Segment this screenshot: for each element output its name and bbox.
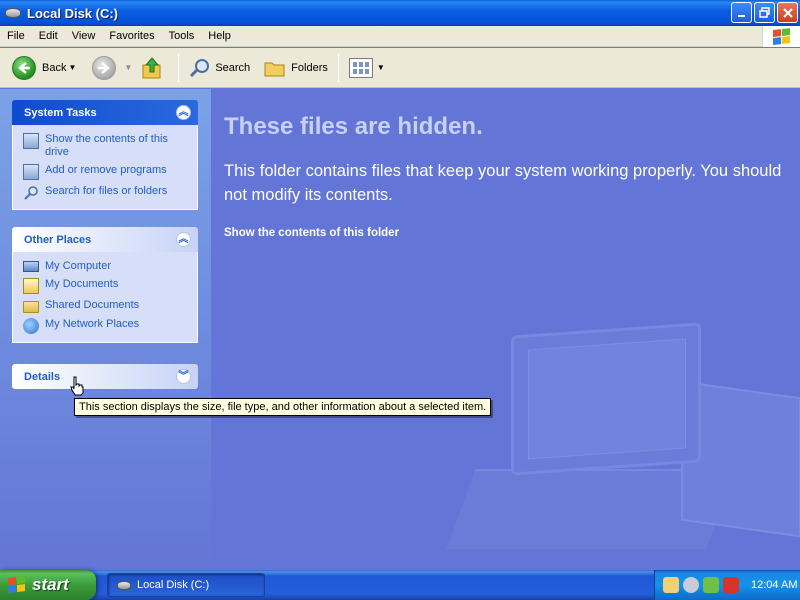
other-places-title: Other Places: [24, 233, 92, 246]
collapse-icon[interactable]: ︽: [176, 232, 191, 247]
computer-icon: [23, 261, 39, 272]
forward-dropdown-icon[interactable]: ▼: [124, 63, 132, 72]
details-header[interactable]: Details ︾: [12, 364, 198, 389]
expand-icon[interactable]: ︾: [176, 369, 191, 384]
windows-flag-icon: [772, 27, 791, 46]
menu-bar: File Edit View Favorites Tools Help: [0, 26, 800, 47]
views-icon: [348, 57, 373, 78]
collapse-icon[interactable]: ︽: [176, 105, 191, 120]
views-button[interactable]: ▼: [345, 52, 389, 84]
minimize-button[interactable]: [731, 2, 752, 23]
programs-icon: [23, 164, 39, 180]
content-pane: These files are hidden. This folder cont…: [211, 89, 800, 570]
taskbar-item-local-disk[interactable]: Local Disk (C:): [107, 573, 265, 597]
drive-icon: [5, 8, 21, 18]
other-places-body: My Computer My Documents Shared Document…: [12, 252, 198, 343]
network-icon: [23, 318, 39, 334]
up-folder-icon: [140, 56, 164, 80]
menu-favorites[interactable]: Favorites: [102, 30, 161, 42]
hand-cursor-icon: [70, 376, 84, 396]
place-label: My Computer: [45, 260, 112, 272]
search-label: Search: [215, 61, 251, 74]
maximize-button[interactable]: [754, 2, 775, 23]
close-icon: [782, 7, 793, 18]
taskbar: start Local Disk (C:) 12:04 AM: [0, 570, 800, 600]
details-panel: Details ︾: [12, 364, 198, 389]
task-show-contents[interactable]: Show the contents of this drive: [23, 133, 189, 159]
show-contents-icon: [23, 133, 39, 149]
window-title: Local Disk (C:): [27, 5, 119, 21]
drive-icon: [117, 580, 131, 590]
menu-file[interactable]: File: [0, 30, 32, 42]
hidden-files-message: This folder contains files that keep you…: [224, 162, 782, 204]
folders-label: Folders: [291, 61, 328, 74]
task-label: Search for files or folders: [45, 185, 168, 197]
task-label: Add or remove programs: [45, 164, 167, 176]
forward-button[interactable]: ▼: [88, 52, 136, 84]
clock[interactable]: 12:04 AM: [751, 579, 797, 591]
start-button[interactable]: start: [0, 570, 96, 600]
views-dropdown-icon: ▼: [376, 63, 385, 72]
system-tasks-title: System Tasks: [24, 106, 97, 119]
documents-icon: [23, 278, 39, 294]
task-label: Show the contents of this drive: [45, 133, 168, 158]
details-title: Details: [24, 370, 61, 383]
place-my-computer[interactable]: My Computer: [23, 260, 189, 273]
hidden-files-title: These files are hidden.: [224, 113, 483, 140]
title-bar[interactable]: Local Disk (C:): [0, 0, 800, 26]
toolbar: Back ▼ ▼ Search Folders ▼: [0, 48, 800, 88]
place-label: My Documents: [45, 278, 119, 290]
task-add-remove-programs[interactable]: Add or remove programs: [23, 164, 189, 180]
forward-arrow-icon: [92, 55, 117, 80]
start-label: start: [32, 575, 69, 594]
menu-help[interactable]: Help: [201, 30, 238, 42]
system-tasks-body: Show the contents of this drive Add or r…: [12, 125, 198, 210]
menu-edit[interactable]: Edit: [32, 30, 65, 42]
window-controls: [731, 2, 798, 23]
system-tasks-panel: System Tasks ︽ Show the contents of this…: [12, 100, 198, 210]
windows-flag-icon: [8, 576, 26, 594]
folders-icon: [264, 59, 286, 77]
search-icon: [23, 185, 39, 201]
restore-icon: [758, 6, 770, 18]
tray-icon-network[interactable]: [703, 577, 719, 593]
toolbar-separator: [178, 53, 180, 82]
close-button[interactable]: [777, 2, 798, 23]
menu-view[interactable]: View: [65, 30, 103, 42]
place-my-documents[interactable]: My Documents: [23, 278, 189, 294]
computer-watermark-screen: [528, 338, 686, 460]
back-button[interactable]: Back ▼: [8, 52, 80, 84]
system-tray: 12:04 AM: [654, 570, 800, 600]
task-search-files[interactable]: Search for files or folders: [23, 185, 189, 201]
taskbar-item-label: Local Disk (C:): [137, 579, 210, 591]
toolbar-separator: [337, 53, 339, 82]
back-dropdown-icon[interactable]: ▼: [68, 63, 76, 72]
computer-watermark-monitor: [511, 322, 701, 476]
tray-icon-messenger[interactable]: [663, 577, 679, 593]
minimize-icon: [737, 14, 745, 17]
search-button[interactable]: Search: [185, 52, 254, 84]
place-label: My Network Places: [45, 318, 140, 330]
folder-icon: [23, 301, 39, 313]
folders-button[interactable]: Folders: [260, 52, 332, 84]
place-label: Shared Documents: [45, 299, 140, 311]
up-folder-button[interactable]: [136, 52, 172, 84]
place-my-network-places[interactable]: My Network Places: [23, 318, 189, 334]
menu-tools[interactable]: Tools: [162, 30, 202, 42]
back-label: Back: [42, 61, 67, 74]
back-arrow-icon: [12, 55, 36, 80]
windows-logo: [762, 26, 800, 47]
place-shared-documents[interactable]: Shared Documents: [23, 299, 189, 313]
details-tooltip: This section displays the size, file typ…: [74, 398, 492, 416]
show-contents-link[interactable]: Show the contents of this folder: [224, 227, 399, 239]
security-shield-icon[interactable]: [723, 577, 739, 593]
tray-icon-volume[interactable]: [683, 577, 699, 593]
magnifier-icon: [189, 57, 211, 79]
system-tasks-header[interactable]: System Tasks ︽: [12, 100, 198, 125]
other-places-panel: Other Places ︽ My Computer My Documents …: [12, 227, 198, 343]
other-places-header[interactable]: Other Places ︽: [12, 227, 198, 252]
task-pane: System Tasks ︽ Show the contents of this…: [0, 89, 211, 570]
